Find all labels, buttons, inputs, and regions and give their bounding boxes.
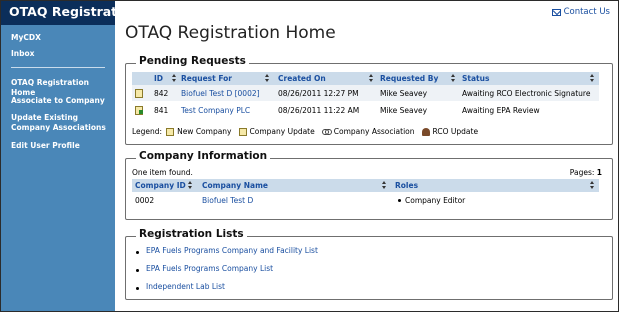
sort-icon[interactable] — [451, 74, 456, 83]
cell-status: Awaiting EPA Review — [462, 106, 540, 115]
sort-icon[interactable] — [172, 74, 177, 83]
independent-lab-list-link[interactable]: Independent Lab List — [146, 282, 225, 291]
legend-company-association: Company Association — [321, 127, 415, 136]
request-for-link[interactable]: Biofuel Test D [0002] — [181, 89, 260, 98]
sort-icon[interactable] — [188, 181, 193, 190]
table-header: Company ID Company Name Roles — [132, 179, 599, 192]
cell-created-on: 08/26/2011 12:27 PM — [278, 89, 359, 98]
company-name-link[interactable]: Biofuel Test D — [202, 196, 253, 205]
company-facility-list-link[interactable]: EPA Fuels Programs Company and Facility … — [146, 246, 318, 255]
cell-requested-by: Mike Seavey — [380, 106, 428, 115]
sidebar-item-edit-user-profile[interactable]: Edit User Profile — [11, 141, 113, 151]
sidebar-item-update-company-associations[interactable]: Update Existing Company Associations — [11, 113, 113, 133]
pending-requests-table: ID Request For Created On Requested By S… — [132, 72, 599, 119]
sort-icon[interactable] — [369, 74, 374, 83]
registration-lists-title: Registration Lists — [136, 228, 247, 240]
legend-rco-update: RCO Update — [421, 127, 479, 136]
legend-label: Legend: — [132, 127, 163, 136]
cell-status: Awaiting RCO Electronic Signature — [462, 89, 591, 98]
sort-icon[interactable] — [590, 74, 595, 83]
sidebar-item-inbox[interactable]: Inbox — [11, 49, 113, 59]
legend-text: RCO Update — [432, 127, 479, 136]
bullet-icon — [398, 199, 401, 202]
registration-lists-panel: Registration Lists EPA Fuels Programs Co… — [125, 228, 613, 300]
icon-legend: Legend: New Company Company Update Compa… — [132, 127, 485, 136]
col-request-for[interactable]: Request For — [181, 74, 232, 83]
col-id[interactable]: ID — [154, 74, 163, 83]
app-title: OTAQ Registration — [1, 1, 139, 25]
sort-icon[interactable] — [590, 181, 595, 190]
company-update-icon — [238, 127, 247, 136]
request-for-link[interactable]: Test Company PLC — [181, 106, 250, 115]
sidebar-divider — [11, 67, 105, 68]
page-title: OTAQ Registration Home — [125, 23, 336, 43]
new-company-icon — [166, 127, 175, 136]
sidebar-item-mycdx[interactable]: MyCDX — [11, 33, 113, 43]
contact-us-label: Contact Us — [563, 7, 610, 17]
sort-icon[interactable] — [265, 74, 270, 83]
new-company-icon — [135, 106, 143, 115]
col-roles[interactable]: Roles — [395, 181, 418, 190]
pages-label: Pages: — [569, 168, 595, 177]
table-header: ID Request For Created On Requested By S… — [132, 72, 599, 85]
company-table: Company ID Company Name Roles 0002 Biofu… — [132, 179, 599, 209]
person-icon — [421, 127, 430, 136]
cell-company-id: 0002 — [135, 196, 155, 205]
col-company-name[interactable]: Company Name — [202, 181, 268, 190]
pager: Pages: 1 — [570, 168, 602, 177]
legend-new-company: New Company — [166, 127, 232, 136]
cell-id: 842 — [154, 89, 169, 98]
sidebar: MyCDX Inbox OTAQ Registration Home Assoc… — [1, 25, 115, 311]
table-row: 841 Test Company PLC 08/26/2011 11:22 AM… — [132, 102, 599, 119]
app-window: OTAQ Registration Contact Us MyCDX Inbox… — [0, 0, 619, 312]
company-list-link[interactable]: EPA Fuels Programs Company List — [146, 264, 273, 273]
sort-icon[interactable] — [382, 181, 387, 190]
legend-text: Company Association — [333, 127, 415, 136]
table-row: 842 Biofuel Test D [0002] 08/26/2011 12:… — [132, 85, 599, 102]
sidebar-item-associate-to-company[interactable]: Associate to Company — [11, 96, 113, 106]
legend-text: Company Update — [249, 127, 315, 136]
bullet-icon — [136, 251, 139, 254]
company-update-icon — [135, 89, 143, 98]
cell-role: Company Editor — [405, 196, 466, 205]
contact-us-link[interactable]: Contact Us — [551, 7, 610, 17]
col-created-on[interactable]: Created On — [278, 74, 326, 83]
page-number[interactable]: 1 — [597, 168, 602, 177]
pending-requests-panel: Pending Requests ID Request For Created … — [125, 55, 613, 145]
mail-icon — [551, 8, 561, 16]
items-found-text: One item found. — [132, 168, 193, 177]
table-row: 0002 Biofuel Test D Company Editor — [132, 192, 599, 209]
chain-link-icon — [321, 129, 332, 135]
cell-requested-by: Mike Seavey — [380, 89, 428, 98]
cell-created-on: 08/26/2011 11:22 AM — [278, 106, 360, 115]
bullet-icon — [136, 269, 139, 272]
col-company-id[interactable]: Company ID — [135, 181, 186, 190]
col-requested-by[interactable]: Requested By — [380, 74, 438, 83]
legend-company-update: Company Update — [238, 127, 315, 136]
bullet-icon — [136, 287, 139, 290]
cell-id: 841 — [154, 106, 169, 115]
pending-requests-title: Pending Requests — [136, 55, 249, 67]
col-status[interactable]: Status — [462, 74, 489, 83]
company-information-panel: Company Information One item found. Page… — [125, 150, 613, 220]
company-information-title: Company Information — [136, 150, 271, 162]
sidebar-item-otaq-registration-home[interactable]: OTAQ Registration Home — [11, 78, 113, 98]
legend-text: New Company — [177, 127, 232, 136]
